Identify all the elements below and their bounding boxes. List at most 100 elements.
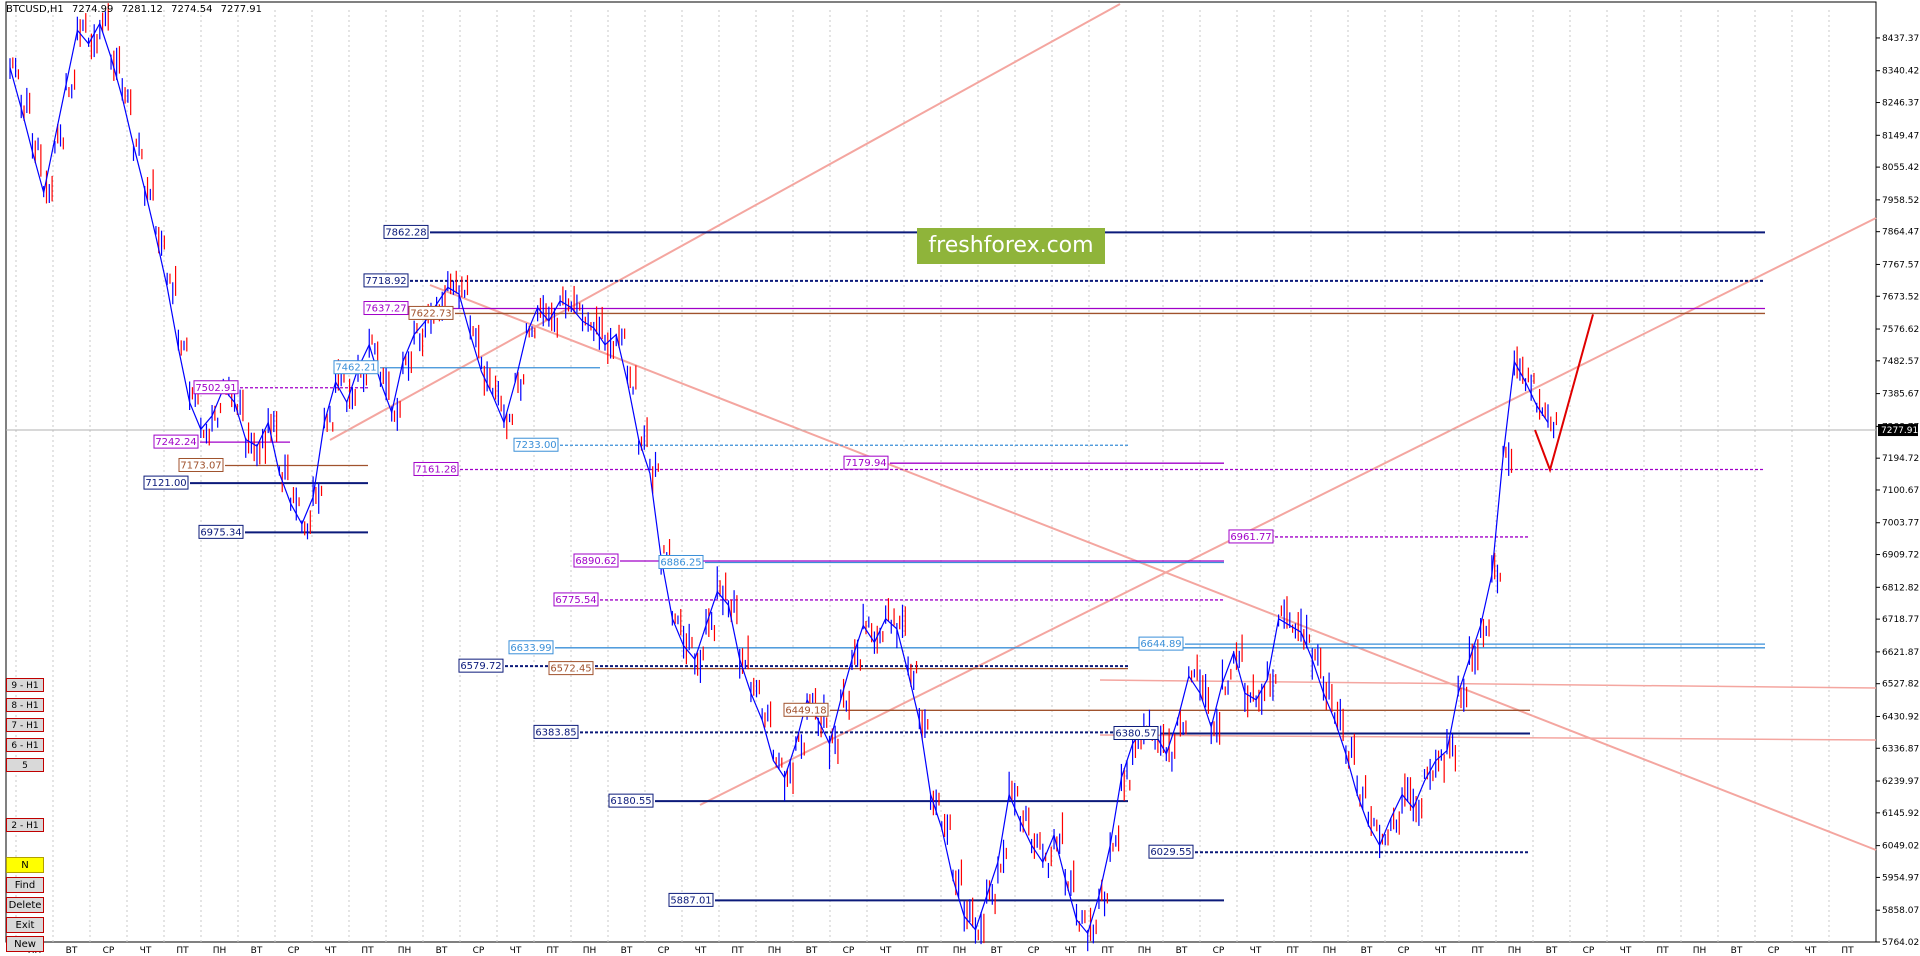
forecast-line [1534, 314, 1594, 474]
level-label: 7161.28 [415, 464, 456, 475]
x-tick-label: ПТ [1656, 946, 1669, 956]
y-tick-label: 6430.92 [1882, 712, 1919, 722]
y-tick-label: 7673.52 [1882, 292, 1919, 302]
x-tick-label: ПН [398, 946, 412, 956]
level-label: 7862.28 [385, 227, 426, 238]
level-label: 7121.00 [145, 478, 186, 489]
x-tick-label: ПН [1323, 946, 1337, 956]
level-label: 6383.85 [535, 727, 576, 738]
level-label: 6579.72 [460, 661, 501, 672]
x-tick-label: СР [1213, 946, 1225, 956]
x-tick-label: ПН [1138, 946, 1152, 956]
y-tick-label: 6718.77 [1882, 615, 1919, 625]
close-value: 7277.91 [220, 4, 262, 15]
x-tick-label: СР [288, 946, 300, 956]
watermark-logo: freshforex.com [917, 228, 1105, 264]
y-tick-label: 8149.47 [1882, 131, 1919, 141]
level-label: 7622.73 [410, 308, 451, 319]
x-tick-label: ПН [768, 946, 782, 956]
x-tick-label: ВТ [991, 946, 1003, 956]
y-tick-label: 6239.97 [1882, 777, 1919, 787]
x-tick-label: ЧТ [510, 946, 522, 956]
time-axis: ПН ВТ СР ЧТ ПТ ПН ВТ СР ЧТ ПТ ПН ВТ СР ЧТ ПТ ПН ВТ СР ЧТ ПТ… [28, 946, 1854, 956]
trend-line [329, 3, 1121, 441]
level-label: 7242.24 [155, 437, 196, 448]
button-9-h1[interactable]: 9 - H1 [6, 678, 44, 692]
find-button[interactable]: Find [6, 877, 44, 893]
delete-button[interactable]: Delete [6, 897, 44, 913]
current-price-label: 7277.91 [1881, 426, 1918, 436]
x-tick-label: ВТ [621, 946, 633, 956]
level-label: 6029.55 [1150, 847, 1191, 858]
x-tick-label: ВТ [251, 946, 263, 956]
x-tick-label: ВТ [1176, 946, 1188, 956]
button-5[interactable]: 5 [6, 758, 44, 772]
open-value: 7274.99 [71, 4, 114, 15]
level-label: 6449.18 [785, 705, 826, 716]
symbol-label: BTCUSD,H1 [6, 4, 64, 15]
y-tick-label: 6049.02 [1882, 842, 1919, 852]
price-line [9, 22, 1549, 935]
y-tick-label: 7194.72 [1882, 454, 1919, 464]
trend-line [429, 284, 1877, 851]
y-tick-label: 8246.37 [1882, 99, 1919, 109]
level-label: 6975.34 [200, 527, 241, 538]
y-tick-label: 7576.62 [1882, 325, 1919, 335]
x-tick-label: ЧТ [1805, 946, 1817, 956]
level-label: 7233.00 [515, 440, 556, 451]
y-tick-label: 6527.82 [1882, 680, 1919, 690]
level-label: 7179.94 [845, 458, 886, 469]
exit-button[interactable]: Exit [6, 917, 44, 933]
x-tick-label: СР [103, 946, 115, 956]
level-label: 7637.27 [365, 304, 406, 315]
x-tick-label: СР [843, 946, 855, 956]
x-tick-label: ВТ [436, 946, 448, 956]
level-label: 6633.99 [510, 643, 551, 654]
x-tick-label: ЧТ [1065, 946, 1077, 956]
x-tick-label: ВТ [1361, 946, 1373, 956]
price-series [9, 3, 1558, 952]
x-tick-label: ПТ [1286, 946, 1299, 956]
level-label: 7462.21 [335, 363, 376, 374]
x-tick-label: ЧТ [140, 946, 152, 956]
x-tick-label: ПТ [916, 946, 929, 956]
y-tick-label: 6145.92 [1882, 809, 1919, 819]
x-tick-label: ПН [1508, 946, 1522, 956]
button-6-h1[interactable]: 6 - H1 [6, 738, 44, 752]
y-tick-label: 6812.82 [1882, 583, 1919, 593]
level-label: 6644.89 [1140, 639, 1181, 650]
y-tick-label: 7864.47 [1882, 228, 1919, 238]
level-label: 6572.45 [550, 664, 591, 675]
x-tick-label: ПТ [361, 946, 374, 956]
forecast-path [1534, 314, 1594, 474]
level-label: 7718.92 [365, 276, 406, 287]
x-tick-label: ЧТ [880, 946, 892, 956]
button-8-h1[interactable]: 8 - H1 [6, 698, 44, 712]
y-tick-label: 8055.42 [1882, 163, 1919, 173]
price-axis: 8437.37 8340.42 8246.37 8149.47 8055.42 7958.… [1876, 34, 1919, 948]
x-tick-label: ПН [1693, 946, 1707, 956]
x-tick-label: ЧТ [325, 946, 337, 956]
button-2-h1[interactable]: 2 - H1 [6, 818, 44, 832]
button-7-h1[interactable]: 7 - H1 [6, 718, 44, 732]
x-tick-label: СР [1398, 946, 1410, 956]
level-label: 6775.54 [555, 595, 596, 606]
level-label: 6180.55 [610, 796, 651, 807]
level-labels: 7862.28 7718.92 7637.27 7622.73 7502.91 7462.… [143, 224, 1274, 907]
y-tick-label: 7003.77 [1882, 519, 1919, 529]
x-tick-label: ЧТ [1435, 946, 1447, 956]
x-tick-label: ПТ [546, 946, 559, 956]
chart-window[interactable]: 7862.28 7718.92 7637.27 7622.73 7502.91 7462.… [0, 0, 1920, 956]
button-n[interactable]: N [6, 857, 44, 873]
price-chart[interactable]: 7862.28 7718.92 7637.27 7622.73 7502.91 7462.… [0, 0, 1920, 956]
x-tick-label: ПН [953, 946, 967, 956]
y-tick-label: 5954.97 [1882, 873, 1919, 883]
x-tick-label: ПТ [1101, 946, 1114, 956]
x-tick-label: ЧТ [1250, 946, 1262, 956]
y-tick-label: 6621.87 [1882, 648, 1919, 658]
x-tick-label: СР [473, 946, 485, 956]
level-label: 7502.91 [195, 383, 236, 394]
y-tick-label: 7958.52 [1882, 196, 1919, 206]
new-button[interactable]: New [6, 936, 44, 952]
level-label: 7173.07 [180, 460, 221, 471]
